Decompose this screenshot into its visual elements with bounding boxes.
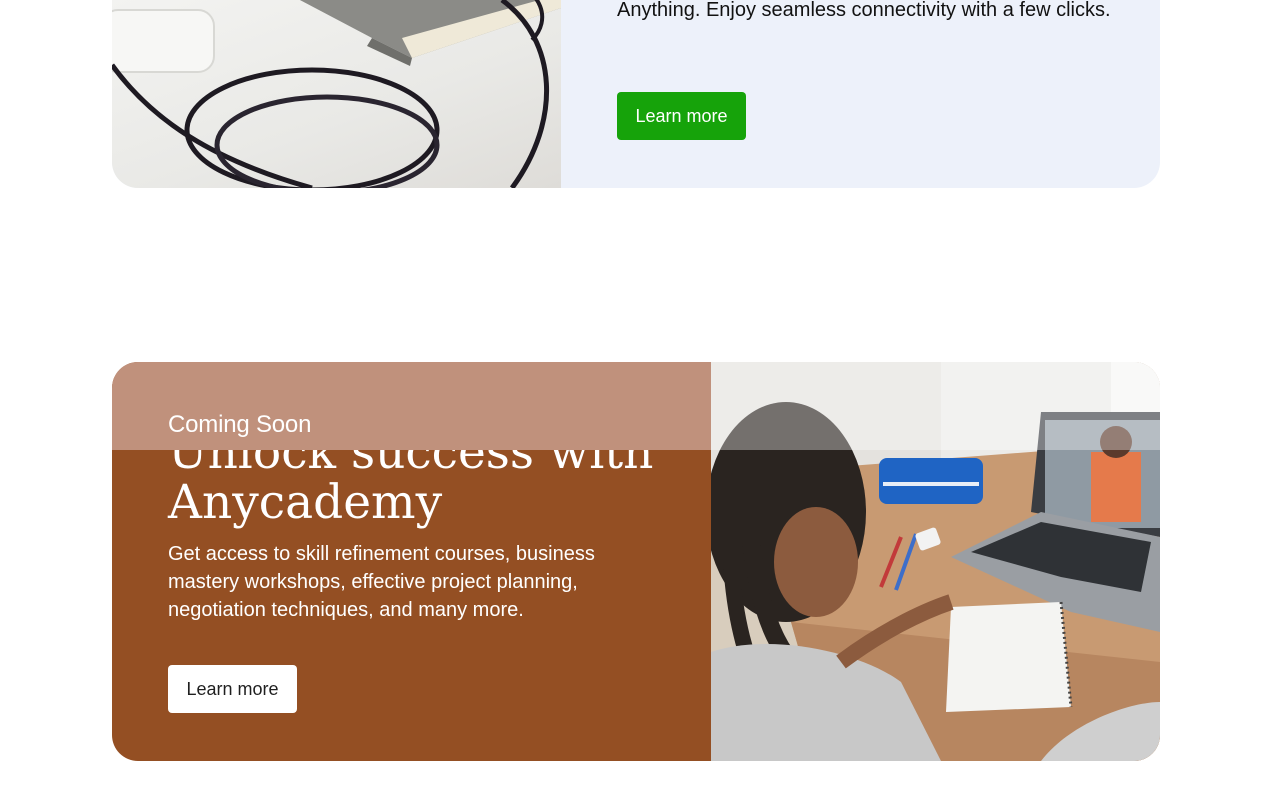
connectivity-promo-card: Anything. Enjoy seamless connectivity wi…	[112, 0, 1160, 188]
connectivity-learn-more-button[interactable]: Learn more	[617, 92, 746, 140]
connectivity-description: Anything. Enjoy seamless connectivity wi…	[617, 0, 1111, 21]
coming-soon-badge: Coming Soon	[168, 411, 312, 438]
page: Anything. Enjoy seamless connectivity wi…	[0, 0, 1272, 798]
anycademy-promo-card: Coming Soon Unlock success with Anycadem…	[112, 362, 1160, 761]
anycademy-description: Get access to skill refinement courses, …	[168, 543, 595, 621]
anycademy-learn-more-button[interactable]: Learn more	[168, 665, 297, 713]
device-with-cable-photo	[112, 0, 561, 188]
photo-banner-overlay	[711, 362, 1160, 450]
student-video-call-photo	[711, 362, 1160, 761]
